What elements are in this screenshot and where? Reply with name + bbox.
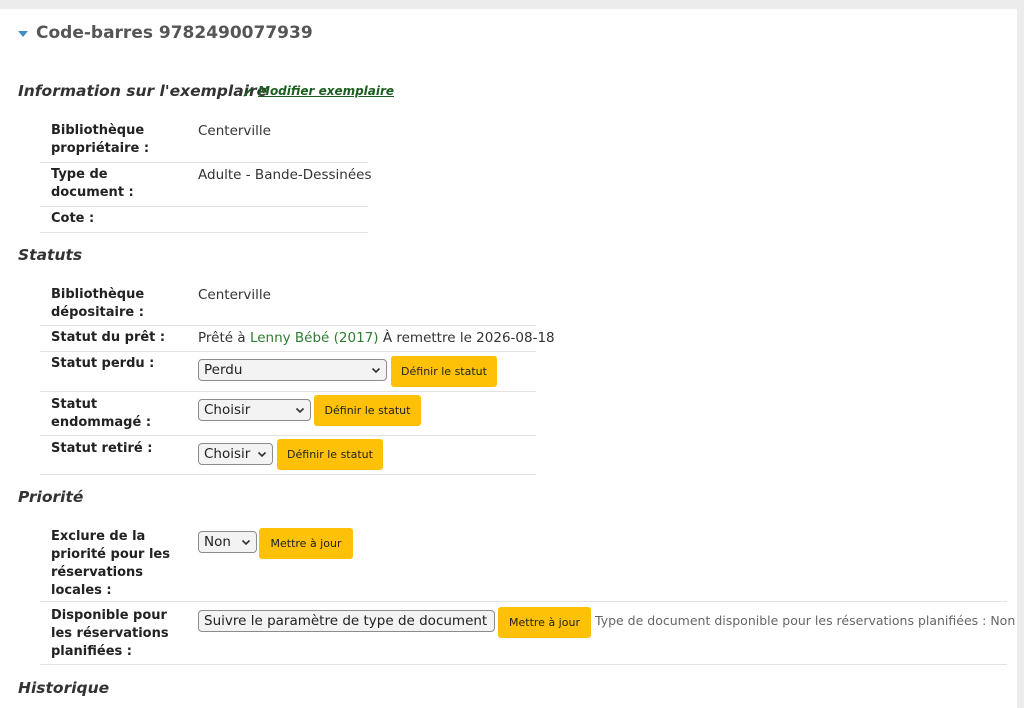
withdrawn-status-label: Statut retiré : <box>51 441 153 456</box>
edit-item-label: Modifier exemplaire <box>258 84 395 98</box>
set-lost-status-button[interactable]: Définir le statut <box>391 356 497 387</box>
lost-status-selected: Perdu <box>204 362 243 378</box>
set-withdrawn-status-button[interactable]: Définir le statut <box>277 439 383 470</box>
damaged-status-selected: Choisir <box>204 402 251 418</box>
divider <box>40 351 536 352</box>
exclude-local-selected: Non <box>204 534 231 550</box>
divider <box>40 474 536 475</box>
owning-library-label: Bibliothèque propriétaire : <box>51 123 150 156</box>
edit-item-link[interactable]: Modifier exemplaire <box>242 84 394 98</box>
divider <box>40 206 368 207</box>
exclude-local-label: Exclure de la priorité pour les réservat… <box>51 529 170 598</box>
withdrawn-status-selected: Choisir <box>204 446 251 462</box>
loan-status-prefix: Prêté à <box>198 330 246 346</box>
loan-status-value: Prêté à Lenny Bébé (2017) À remettre le … <box>198 329 555 347</box>
lost-status-label: Statut perdu : <box>51 356 155 371</box>
set-damaged-status-button[interactable]: Définir le statut <box>314 395 421 426</box>
update-bookable-button[interactable]: Mettre à jour <box>498 607 591 638</box>
statuses-heading: Statuts <box>18 246 83 264</box>
divider <box>40 601 1007 602</box>
divider <box>40 162 368 163</box>
divider <box>40 325 536 326</box>
barcode-toggle[interactable]: Code-barres 9782490077939 <box>18 23 313 43</box>
exclude-local-select[interactable]: Non <box>198 531 257 553</box>
patron-link[interactable]: Lenny Bébé (2017) <box>250 330 379 346</box>
due-date-text: À remettre le 2026-08-18 <box>382 330 555 346</box>
damaged-status-label: Statut endommagé : <box>51 397 152 430</box>
owning-library-value: Centerville <box>198 123 271 139</box>
divider <box>40 435 536 436</box>
holding-library-label: Bibliothèque dépositaire : <box>51 287 145 320</box>
chevron-down-icon <box>257 451 267 458</box>
update-exclude-local-button[interactable]: Mettre à jour <box>259 528 353 559</box>
chevron-down-icon <box>295 407 305 414</box>
damaged-status-select[interactable]: Choisir <box>198 399 311 421</box>
lost-status-select[interactable]: Perdu <box>198 359 387 381</box>
loan-status-label: Statut du prêt : <box>51 330 166 345</box>
priority-heading: Priorité <box>18 488 84 506</box>
withdrawn-status-select[interactable]: Choisir <box>198 443 273 465</box>
bookable-label: Disponible pour les réservations planifi… <box>51 608 169 659</box>
chevron-down-icon <box>241 539 251 546</box>
divider <box>40 391 536 392</box>
divider <box>40 664 1007 665</box>
bookable-hint: Type de document disponible pour les rés… <box>595 613 1016 628</box>
barcode-title: Code-barres 9782490077939 <box>36 23 313 43</box>
holding-library-value: Centerville <box>198 287 271 303</box>
item-info-heading: Information sur l'exemplaire <box>18 82 268 100</box>
item-type-label: Type de document : <box>51 167 134 200</box>
history-heading: Historique <box>18 679 110 697</box>
call-number-label: Cote : <box>51 211 95 226</box>
caret-down-icon <box>18 30 28 37</box>
divider <box>40 232 368 233</box>
bookable-selected: Suivre le paramètre de type de document <box>204 613 488 629</box>
bookable-select[interactable]: Suivre le paramètre de type de document <box>198 610 495 632</box>
item-type-value: Adulte - Bande-Dessinées <box>198 167 372 183</box>
chevron-down-icon <box>371 367 381 374</box>
pencil-icon <box>243 86 254 96</box>
